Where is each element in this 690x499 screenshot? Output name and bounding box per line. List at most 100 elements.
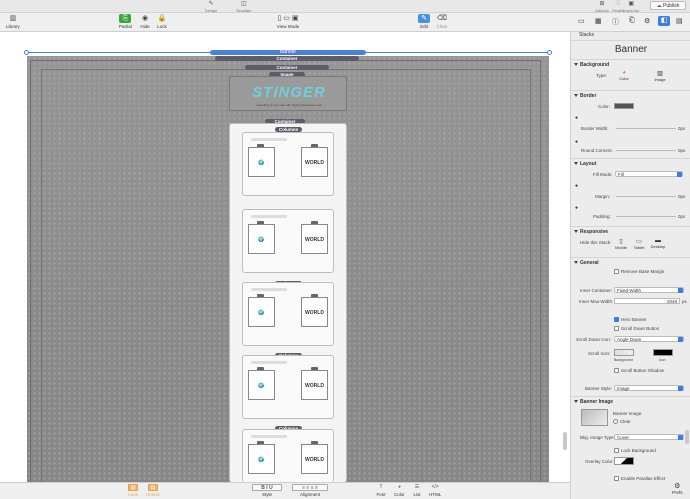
scroll-down-checkbox[interactable] xyxy=(614,326,619,331)
columns-card[interactable]: 🌍 WORLD xyxy=(242,282,334,346)
layout-icon[interactable]: ▦ xyxy=(595,17,602,25)
prefs-button[interactable]: ⚙ Prefs xyxy=(672,482,683,495)
text-placeholder xyxy=(251,435,287,438)
parallax-checkbox[interactable] xyxy=(614,476,619,481)
hide-mobile-toggle[interactable]: ▯ Mobile xyxy=(614,238,628,250)
globe-icon[interactable]: 🌍 xyxy=(248,370,275,400)
simulate-button[interactable]: ◫ Simulate xyxy=(236,1,252,13)
banner-style-select[interactable]: Image xyxy=(614,385,684,391)
font-button[interactable]: T Font xyxy=(376,484,386,497)
banner-image-well[interactable] xyxy=(581,409,608,426)
border-section[interactable]: Border xyxy=(574,93,596,99)
border-color-swatch[interactable] xyxy=(614,103,634,109)
scroll-bg-color-swatch[interactable] xyxy=(614,349,634,356)
publish-button[interactable]: ☁ Publish xyxy=(650,1,686,10)
asset-icon[interactable]: ▤ xyxy=(676,17,683,25)
globe-icon[interactable]: 🌍 xyxy=(248,147,275,177)
list-button[interactable]: ☰ List xyxy=(412,484,422,497)
file-icon[interactable]: ⎗ xyxy=(629,17,635,25)
columns-card[interactable]: 🌍 WORLD xyxy=(242,209,334,273)
globe-icon[interactable]: 🌍 xyxy=(248,297,275,327)
inner-container-select[interactable]: Fixed-Width xyxy=(614,287,684,293)
scroll-shadow-checkbox[interactable] xyxy=(614,368,619,373)
globe-icon[interactable]: 🌍 xyxy=(248,224,275,254)
font-icon: T xyxy=(379,484,383,490)
remove-margin-checkbox[interactable] xyxy=(614,269,619,274)
columns-card[interactable]: 🌍 WORLD xyxy=(242,132,334,196)
alignment-control[interactable]: ≡ ≡ ≡ ≡ Alignment xyxy=(292,484,328,497)
color-wheel-icon: ◕ xyxy=(397,484,401,490)
general-section[interactable]: General xyxy=(574,260,599,266)
settings-icon[interactable]: ⚙ xyxy=(644,17,650,25)
design-button[interactable]: ✎ Design xyxy=(204,1,218,13)
canvas: Banner Container Container Image STINGER… xyxy=(0,32,570,483)
clear-radio[interactable] xyxy=(613,419,618,424)
html-button[interactable]: </> HTML xyxy=(429,484,441,497)
padding-slider[interactable] xyxy=(616,216,676,217)
background-section[interactable]: Background xyxy=(574,62,609,68)
unlock-format-button[interactable]: ⛓ Unlock xyxy=(146,484,160,497)
world-image[interactable]: WORLD xyxy=(301,224,328,254)
lock-format-button[interactable]: ⛓ Lock xyxy=(128,484,138,497)
gear-icon: ⚙ xyxy=(674,483,681,490)
slider-knob[interactable]: ● xyxy=(575,115,578,121)
slider-knob[interactable]: ● xyxy=(575,183,578,189)
toolbar: ▥ Library ⎘ Partial ◉ Hide 🔒 Lock ▯ ▭ ▣ … xyxy=(0,13,570,32)
columns-card[interactable]: 🌍 WORLD xyxy=(242,429,334,482)
responsive-section[interactable]: Responsive xyxy=(574,229,608,235)
text-placeholder xyxy=(251,288,287,291)
hero-banner-checkbox[interactable] xyxy=(614,317,619,322)
fill-mode-select[interactable]: Fill xyxy=(615,171,683,177)
banner-image-section[interactable]: Banner Image xyxy=(574,399,613,405)
columns-card[interactable]: 🌍 WORLD xyxy=(242,355,334,419)
round-corners-slider[interactable] xyxy=(616,150,676,151)
slider-knob[interactable]: ● xyxy=(575,139,578,145)
border-width-slider[interactable] xyxy=(616,128,676,129)
bg-type-color[interactable]: ◕ Color xyxy=(615,70,633,82)
text-placeholder xyxy=(251,361,287,364)
library-icon: ▥ xyxy=(9,15,17,22)
hide-tablet-toggle[interactable]: ▭ Tablet xyxy=(632,238,646,250)
stacks-icon[interactable]: ◧ xyxy=(658,16,670,26)
hide-desktop-toggle[interactable]: ▬ Desktop xyxy=(650,238,666,249)
logo-image[interactable]: STINGER speeding up your site with high-… xyxy=(229,76,347,111)
overlay-color-swatch[interactable] xyxy=(614,457,634,465)
scroll-icon-color-swatch[interactable] xyxy=(653,349,673,356)
color-button[interactable]: ◕ Color xyxy=(394,484,405,497)
inspector-icon: ▣ xyxy=(628,1,635,7)
page-icon[interactable]: ▭ xyxy=(578,17,585,25)
slider-knob[interactable]: ● xyxy=(575,205,578,211)
resize-handle[interactable] xyxy=(547,50,552,55)
world-image[interactable]: WORLD xyxy=(301,147,328,177)
inspector-button[interactable]: ▣ Inspector xyxy=(623,1,639,13)
bkg-image-type-select[interactable]: Cover xyxy=(614,434,684,440)
lock-background-checkbox[interactable] xyxy=(614,448,619,453)
margin-slider[interactable] xyxy=(616,196,676,197)
panel-scrollbar[interactable] xyxy=(685,430,689,444)
world-image[interactable]: WORLD xyxy=(301,444,328,474)
library-button[interactable]: ▥ Library xyxy=(6,14,20,29)
addons-button[interactable]: ⊞ Addons xyxy=(595,1,609,13)
edit-button[interactable]: ✎ Edit xyxy=(418,14,430,29)
container-label[interactable]: Container xyxy=(245,65,329,70)
clear-button[interactable]: ⌫ Clear xyxy=(436,14,448,29)
hide-button[interactable]: ◉ Hide xyxy=(139,14,151,29)
scroll-icon-select[interactable]: Angle Down xyxy=(614,336,684,342)
bg-type-image[interactable]: ▨ Image xyxy=(651,70,669,82)
layout-section[interactable]: Layout xyxy=(574,161,596,167)
style-control[interactable]: B I U Style xyxy=(252,484,282,497)
globe-icon[interactable]: 🌍 xyxy=(248,444,275,474)
partial-button[interactable]: ⎘ Partial xyxy=(119,14,132,29)
world-image[interactable]: WORLD xyxy=(301,297,328,327)
lock-button[interactable]: 🔒 Lock xyxy=(156,14,168,29)
link-icon: ⛓ xyxy=(128,484,138,491)
container-label[interactable]: Container xyxy=(215,56,359,61)
canvas-scrollbar[interactable] xyxy=(563,432,567,450)
banner-label[interactable]: Banner xyxy=(210,50,366,55)
info-icon[interactable]: ⓘ xyxy=(612,17,619,27)
inner-max-width-input[interactable]: 2048 xyxy=(614,298,680,304)
code-icon: </> xyxy=(431,484,439,490)
world-image[interactable]: WORLD xyxy=(301,370,328,400)
resize-handle[interactable] xyxy=(24,50,29,55)
view-mode-control[interactable]: ▯ ▭ ▣ View Mode xyxy=(276,14,300,29)
